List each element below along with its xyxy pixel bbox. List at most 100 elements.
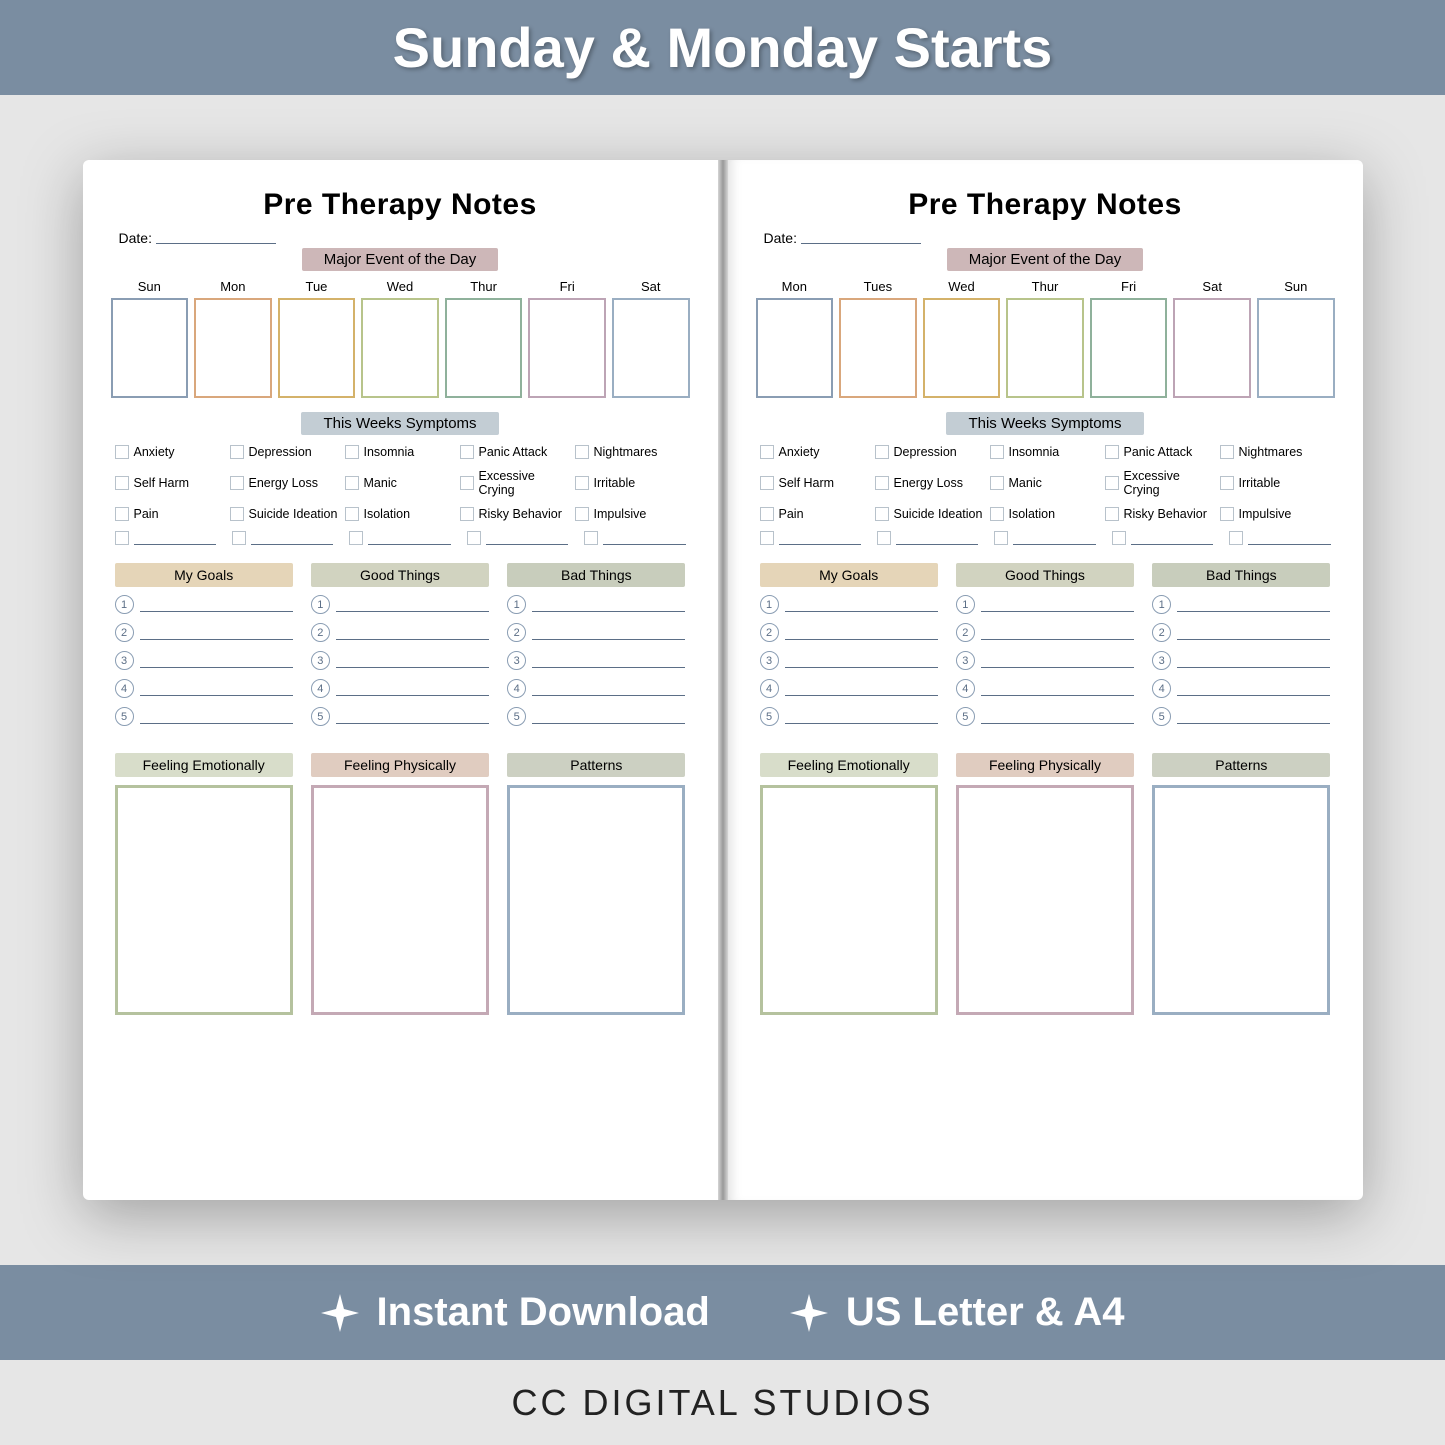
write-line[interactable]	[251, 531, 333, 545]
write-line[interactable]	[336, 709, 489, 724]
checkbox[interactable]	[345, 476, 359, 490]
feeling-physically-box[interactable]	[311, 785, 489, 1015]
day-box[interactable]	[278, 298, 356, 398]
day-box[interactable]	[1257, 298, 1335, 398]
write-line[interactable]	[140, 625, 293, 640]
write-line[interactable]	[140, 709, 293, 724]
day-box[interactable]	[756, 298, 834, 398]
checkbox[interactable]	[115, 445, 129, 459]
day-box[interactable]	[1006, 298, 1084, 398]
write-line[interactable]	[336, 597, 489, 612]
patterns-box[interactable]	[507, 785, 685, 1015]
write-line[interactable]	[134, 531, 216, 545]
write-line[interactable]	[785, 653, 938, 668]
write-line[interactable]	[1177, 681, 1330, 696]
write-line[interactable]	[981, 597, 1134, 612]
write-line[interactable]	[785, 597, 938, 612]
write-line[interactable]	[981, 709, 1134, 724]
write-line[interactable]	[532, 625, 685, 640]
write-line[interactable]	[981, 681, 1134, 696]
day-box[interactable]	[923, 298, 1001, 398]
checkbox[interactable]	[115, 476, 129, 490]
write-line[interactable]	[1177, 625, 1330, 640]
day-box[interactable]	[839, 298, 917, 398]
write-line[interactable]	[785, 681, 938, 696]
write-line[interactable]	[336, 625, 489, 640]
checkbox[interactable]	[1105, 507, 1119, 521]
checkbox[interactable]	[1105, 476, 1119, 490]
write-line[interactable]	[779, 531, 861, 545]
date-line[interactable]	[801, 230, 921, 244]
write-line[interactable]	[140, 681, 293, 696]
checkbox[interactable]	[575, 507, 589, 521]
checkbox[interactable]	[345, 445, 359, 459]
feeling-physically-box[interactable]	[956, 785, 1134, 1015]
day-box[interactable]	[445, 298, 523, 398]
day-box[interactable]	[528, 298, 606, 398]
day-box[interactable]	[612, 298, 690, 398]
write-line[interactable]	[140, 597, 293, 612]
checkbox[interactable]	[575, 476, 589, 490]
write-line[interactable]	[532, 681, 685, 696]
write-line[interactable]	[486, 531, 568, 545]
checkbox[interactable]	[760, 531, 774, 545]
checkbox[interactable]	[994, 531, 1008, 545]
checkbox[interactable]	[877, 531, 891, 545]
checkbox[interactable]	[230, 476, 244, 490]
checkbox[interactable]	[230, 445, 244, 459]
checkbox[interactable]	[990, 476, 1004, 490]
checkbox[interactable]	[115, 507, 129, 521]
write-line[interactable]	[1177, 597, 1330, 612]
checkbox[interactable]	[1220, 476, 1234, 490]
checkbox[interactable]	[990, 507, 1004, 521]
write-line[interactable]	[368, 531, 450, 545]
checkbox[interactable]	[1229, 531, 1243, 545]
write-line[interactable]	[785, 625, 938, 640]
checkbox[interactable]	[115, 531, 129, 545]
day-box[interactable]	[194, 298, 272, 398]
write-line[interactable]	[896, 531, 978, 545]
day-box[interactable]	[1173, 298, 1251, 398]
write-line[interactable]	[1177, 709, 1330, 724]
day-box[interactable]	[1090, 298, 1168, 398]
checkbox[interactable]	[875, 445, 889, 459]
write-line[interactable]	[532, 597, 685, 612]
checkbox[interactable]	[990, 445, 1004, 459]
write-line[interactable]	[785, 709, 938, 724]
checkbox[interactable]	[575, 445, 589, 459]
checkbox[interactable]	[460, 507, 474, 521]
checkbox[interactable]	[760, 445, 774, 459]
checkbox[interactable]	[349, 531, 363, 545]
write-line[interactable]	[140, 653, 293, 668]
feeling-emotionally-box[interactable]	[760, 785, 938, 1015]
checkbox[interactable]	[584, 531, 598, 545]
write-line[interactable]	[1131, 531, 1213, 545]
checkbox[interactable]	[875, 507, 889, 521]
day-box[interactable]	[111, 298, 189, 398]
checkbox[interactable]	[760, 507, 774, 521]
write-line[interactable]	[532, 709, 685, 724]
checkbox[interactable]	[760, 476, 774, 490]
checkbox[interactable]	[1112, 531, 1126, 545]
checkbox[interactable]	[1220, 507, 1234, 521]
write-line[interactable]	[603, 531, 685, 545]
checkbox[interactable]	[345, 507, 359, 521]
date-line[interactable]	[156, 230, 276, 244]
write-line[interactable]	[1177, 653, 1330, 668]
feeling-emotionally-box[interactable]	[115, 785, 293, 1015]
write-line[interactable]	[1248, 531, 1330, 545]
checkbox[interactable]	[232, 531, 246, 545]
day-box[interactable]	[361, 298, 439, 398]
checkbox[interactable]	[230, 507, 244, 521]
write-line[interactable]	[532, 653, 685, 668]
write-line[interactable]	[1013, 531, 1095, 545]
checkbox[interactable]	[460, 445, 474, 459]
write-line[interactable]	[336, 681, 489, 696]
write-line[interactable]	[336, 653, 489, 668]
checkbox[interactable]	[460, 476, 474, 490]
write-line[interactable]	[981, 625, 1134, 640]
checkbox[interactable]	[467, 531, 481, 545]
checkbox[interactable]	[875, 476, 889, 490]
checkbox[interactable]	[1105, 445, 1119, 459]
write-line[interactable]	[981, 653, 1134, 668]
